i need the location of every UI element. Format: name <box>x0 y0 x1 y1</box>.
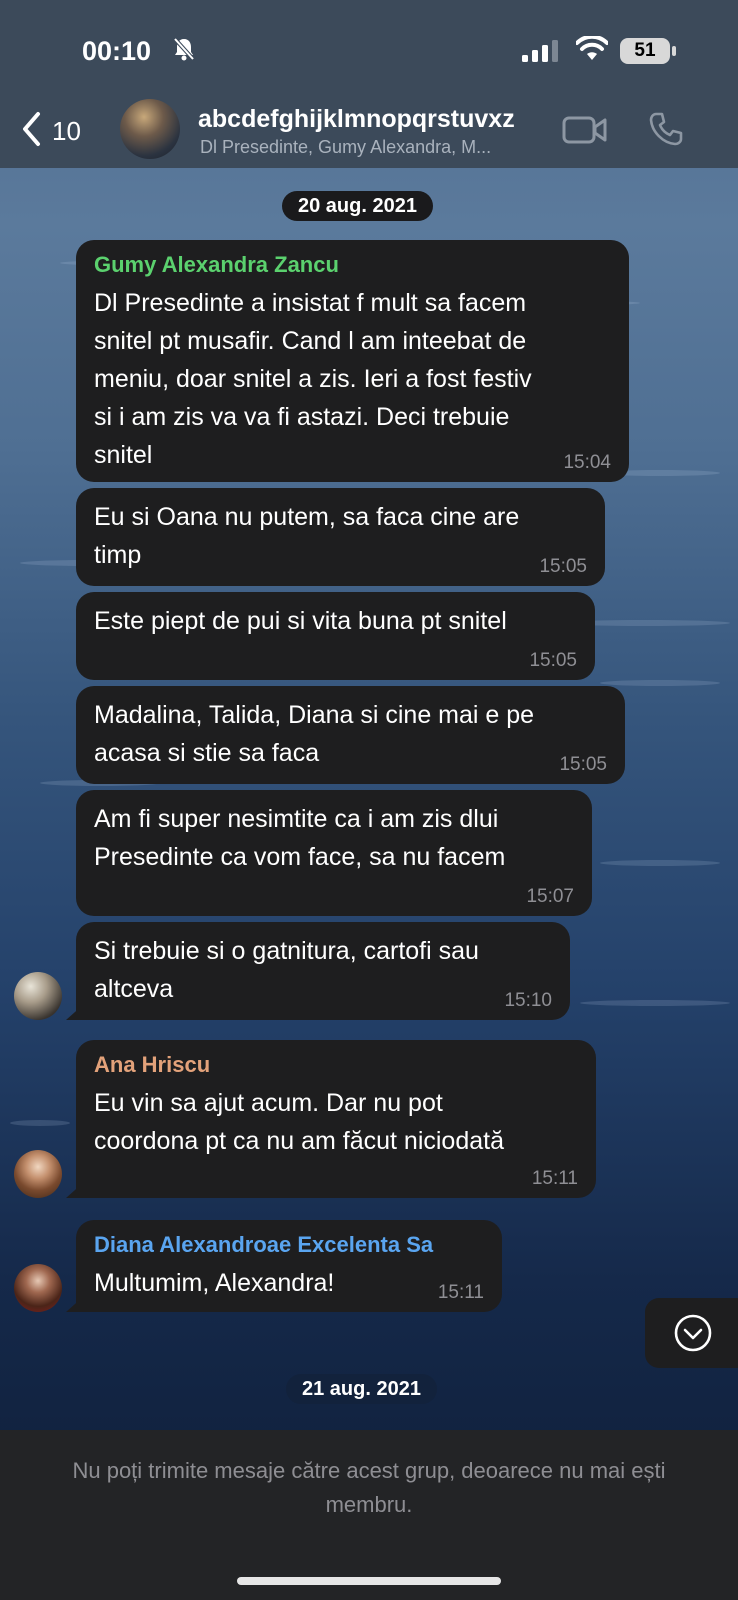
message-bubble[interactable]: Este piept de pui si vita buna pt snitel… <box>76 592 595 680</box>
message-time: 15:04 <box>563 452 611 473</box>
message-sender[interactable]: Gumy Alexandra Zancu <box>94 250 611 280</box>
message-text: Eu vin sa ajut acum. Dar nu pot coordona… <box>94 1089 504 1155</box>
avatar[interactable] <box>14 1264 62 1312</box>
message-bubble[interactable]: Madalina, Talida, Diana si cine mai e pe… <box>76 686 625 784</box>
home-indicator[interactable] <box>237 1577 501 1585</box>
video-call-icon[interactable] <box>562 115 608 150</box>
message-text: Am fi super nesimtite ca i am zis dlui P… <box>94 805 506 871</box>
message-time: 15:07 <box>526 886 574 907</box>
avatar[interactable] <box>14 972 62 1020</box>
message-bubble[interactable]: Si trebuie si o gatnitura, cartofi sau a… <box>66 922 570 1020</box>
scroll-down-button[interactable] <box>645 1298 738 1368</box>
bubble-tail <box>66 1182 84 1198</box>
message-time: 15:05 <box>529 650 577 671</box>
message-text: Multumim, Alexandra! <box>94 1269 335 1297</box>
message-sender[interactable]: Diana Alexandroae Excelenta Sa <box>94 1230 484 1260</box>
group-avatar[interactable] <box>120 99 180 159</box>
message-time: 15:10 <box>504 990 552 1011</box>
phone-call-icon[interactable] <box>648 111 684 152</box>
composer-disabled-bar: Nu poți trimite mesaje către acest grup,… <box>0 1430 738 1600</box>
message-text: Madalina, Talida, Diana si cine mai e pe… <box>94 701 535 767</box>
bubble-tail <box>66 1296 84 1312</box>
group-members[interactable]: Dl Presedinte, Gumy Alexandra, M... <box>200 137 491 158</box>
chat-header: 10 abcdefghijklmnopqrstuvxz Dl Presedint… <box>0 95 738 168</box>
bell-slash-icon <box>172 36 196 67</box>
date-separator: 20 aug. 2021 <box>282 191 433 221</box>
signal-icon <box>522 40 562 67</box>
back-chevron-icon <box>20 111 42 152</box>
message-bubble[interactable]: Eu si Oana nu putem, sa faca cine are ti… <box>76 488 605 586</box>
scroll-down-icon <box>673 1313 713 1358</box>
message-bubble[interactable]: Gumy Alexandra Zancu Dl Presedinte a ins… <box>76 240 629 482</box>
message-time: 15:05 <box>559 754 607 775</box>
message-text: Dl Presedinte a insistat f mult sa facem… <box>94 289 532 469</box>
message-bubble[interactable]: Ana Hriscu Eu vin sa ajut acum. Dar nu p… <box>66 1040 596 1198</box>
message-sender[interactable]: Ana Hriscu <box>94 1050 578 1080</box>
message-text: Este piept de pui si vita buna pt snitel <box>94 607 507 635</box>
battery-cap <box>672 46 676 56</box>
message-bubble[interactable]: Diana Alexandroae Excelenta Sa Multumim,… <box>66 1220 502 1312</box>
status-time: 00:10 <box>82 36 152 66</box>
back-button[interactable]: 10 <box>20 111 81 152</box>
message-time: 15:05 <box>539 556 587 577</box>
battery-indicator: 51 <box>620 38 670 64</box>
message-time: 15:11 <box>437 1282 484 1303</box>
date-separator: 21 aug. 2021 <box>286 1374 437 1404</box>
message-text: Eu si Oana nu putem, sa faca cine are ti… <box>94 503 520 569</box>
group-title[interactable]: abcdefghijklmnopqrstuvxz <box>198 105 515 134</box>
bubble-tail <box>66 1004 84 1020</box>
message-bubble[interactable]: Am fi super nesimtite ca i am zis dlui P… <box>76 790 592 916</box>
message-time: 15:11 <box>531 1168 578 1189</box>
not-member-notice: Nu poți trimite mesaje către acest grup,… <box>72 1458 666 1517</box>
message-text: Si trebuie si o gatnitura, cartofi sau a… <box>94 937 479 1003</box>
unread-count: 10 <box>52 116 81 146</box>
status-bar: 00:10 51 <box>0 0 738 95</box>
avatar[interactable] <box>14 1150 62 1198</box>
wifi-icon <box>575 34 609 67</box>
